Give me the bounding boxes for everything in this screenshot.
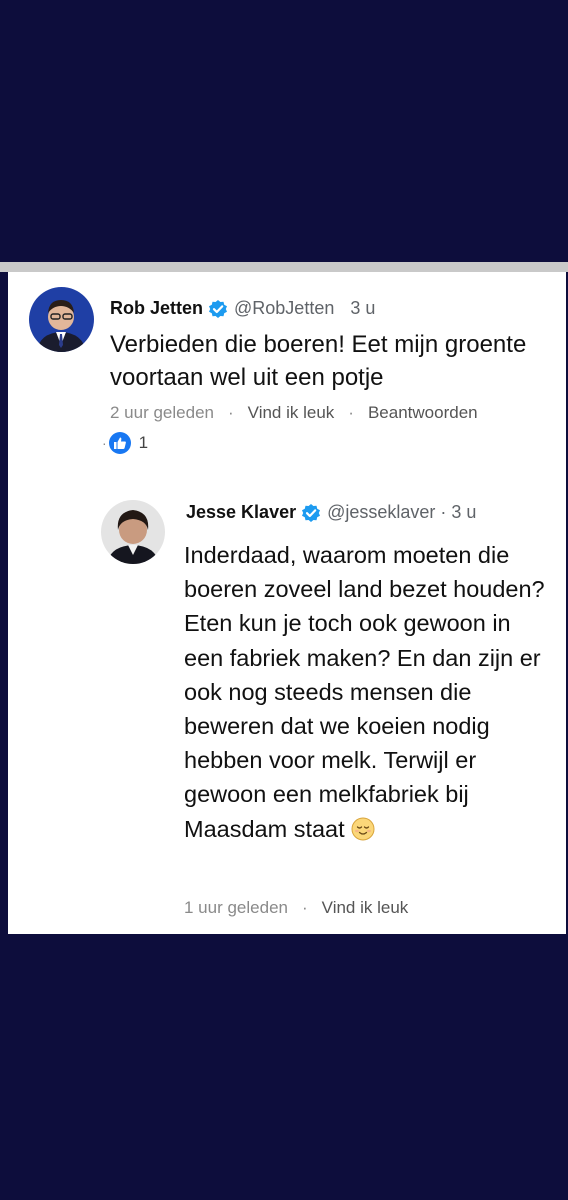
author-name[interactable]: Jesse Klaver — [186, 502, 296, 523]
author-handle[interactable]: @RobJetten — [234, 298, 334, 319]
author-name[interactable]: Rob Jetten — [110, 298, 203, 319]
separator-dot: · — [227, 403, 234, 422]
reaction-summary[interactable]: · 1 — [102, 432, 148, 454]
comment-text: Inderdaad, waarom moeten die boeren zove… — [184, 542, 545, 842]
like-link[interactable]: Vind ik leuk — [322, 898, 409, 918]
separator-dot: · — [301, 898, 308, 917]
separator-dot: · — [102, 435, 107, 451]
avatar[interactable] — [101, 500, 165, 564]
comment-thread: Rob Jetten @RobJetten 3 u Verbieden die … — [8, 272, 566, 934]
like-link[interactable]: Vind ik leuk — [248, 403, 335, 423]
comment-header: Rob Jetten @RobJetten 3 u — [110, 298, 375, 319]
reply-link[interactable]: Beantwoorden — [368, 403, 478, 423]
top-divider-strip — [0, 262, 568, 272]
comment-age: 1 uur geleden — [184, 898, 288, 917]
separator-dot: · — [348, 403, 354, 422]
timestamp: 3 u — [350, 298, 376, 318]
comment-actions: 2 uur geleden · Vind ik leuk · Beantwoor… — [110, 403, 478, 423]
comment-text-container: Inderdaad, waarom moeten die boeren zove… — [184, 538, 554, 846]
verified-badge-icon — [208, 299, 228, 319]
reaction-count: 1 — [138, 433, 149, 452]
thumbs-up-icon — [108, 432, 131, 454]
comment-actions: 1 uur geleden · Vind ik leuk — [184, 898, 408, 918]
comment-header: Jesse Klaver @jesseklaver · 3 u — [186, 502, 476, 523]
author-handle[interactable]: @jesseklaver — [327, 502, 435, 523]
comment-text: Verbieden die boeren! Eet mijn groente v… — [110, 331, 527, 391]
timestamp: 3 u — [451, 502, 477, 522]
verified-badge-icon — [301, 503, 321, 523]
separator-dot: · — [440, 502, 447, 522]
relieved-face-emoji-icon — [351, 816, 375, 841]
comment-age: 2 uur geleden — [110, 403, 214, 422]
avatar[interactable] — [29, 287, 94, 352]
